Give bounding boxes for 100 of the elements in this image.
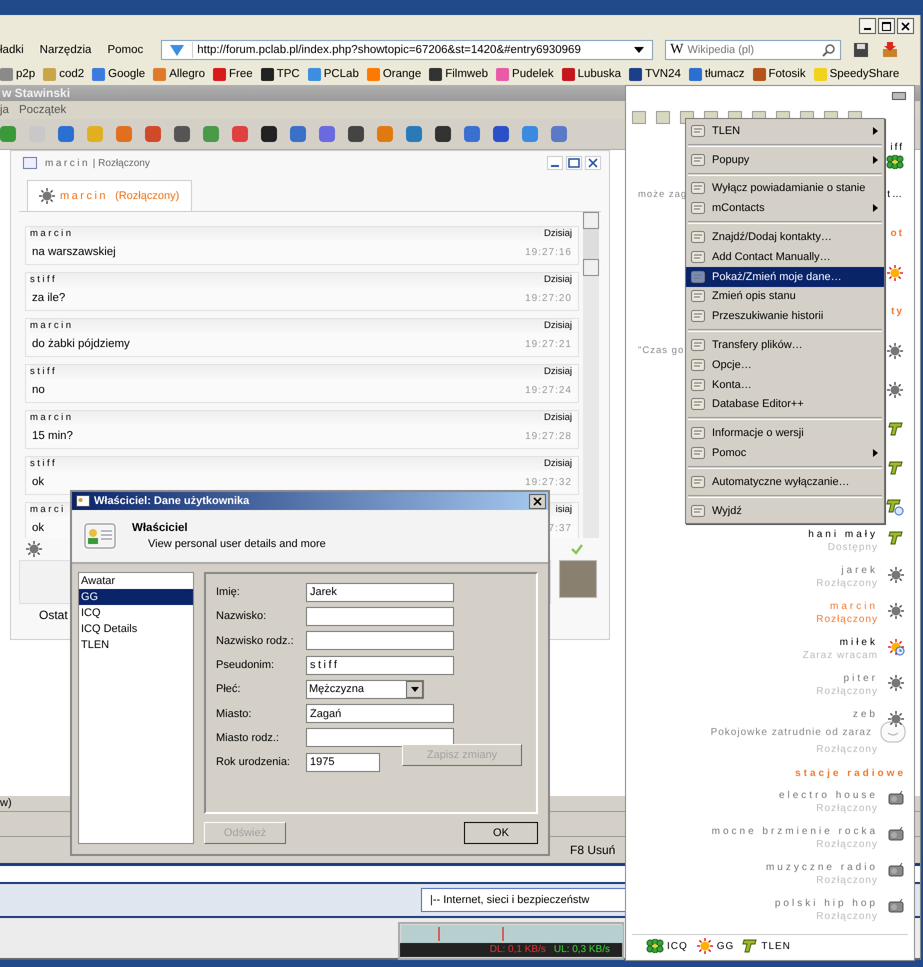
search-icon[interactable] bbox=[822, 43, 836, 57]
contact-name[interactable]: polski hip hop bbox=[774, 897, 878, 910]
search-engine-logo[interactable]: W bbox=[670, 42, 684, 58]
bookmark[interactable]: Orange bbox=[366, 68, 422, 80]
bookmark[interactable]: cod2 bbox=[43, 68, 84, 80]
contact-name[interactable]: hani mały bbox=[808, 528, 878, 541]
menu-item[interactable]: Informacje o wersji bbox=[686, 423, 884, 444]
bookmark[interactable]: PCLab bbox=[308, 68, 359, 80]
field-label: Miasto rodz.: bbox=[216, 732, 280, 744]
contact-name[interactable]: electro house bbox=[778, 789, 878, 802]
bookmark[interactable]: Filmweb bbox=[429, 68, 488, 80]
forum-select[interactable]: |-- Internet, sieci i bezpieczeństw bbox=[421, 888, 627, 912]
contact-status: Rozłączony bbox=[816, 838, 878, 852]
toolbar-app-icon[interactable] bbox=[493, 126, 509, 142]
maximize-button[interactable] bbox=[878, 18, 895, 34]
photo-placeholder bbox=[559, 560, 597, 598]
contact-name[interactable]: mocne brzmienie rocka bbox=[712, 825, 878, 838]
message-time: 19:27:32 bbox=[525, 476, 572, 488]
toolbar-app-icon[interactable] bbox=[435, 126, 451, 142]
minimize-button[interactable] bbox=[859, 18, 876, 34]
page-list-item[interactable]: Awatar bbox=[79, 573, 193, 589]
menu-item[interactable]: Pomoc bbox=[686, 443, 884, 463]
bookmark[interactable]: Fotosik bbox=[752, 68, 806, 80]
gender-dropdown[interactable]: Mężczyzna bbox=[306, 680, 424, 699]
menu-item[interactable]: Database Editor++ bbox=[686, 394, 884, 414]
minimize-icon[interactable] bbox=[547, 156, 563, 170]
bookmark[interactable]: TPC bbox=[260, 68, 300, 80]
input-field[interactable]: stiff bbox=[306, 656, 454, 675]
menu-item-icon bbox=[690, 376, 706, 393]
collapse-bar-icon[interactable] bbox=[892, 92, 906, 100]
protocol-status-button[interactable]: TLEN bbox=[742, 938, 791, 954]
bookmark[interactable]: tłumacz bbox=[688, 68, 744, 80]
menu-item[interactable]: ja bbox=[0, 104, 9, 116]
toolbar-app-icon[interactable] bbox=[174, 126, 190, 142]
window-icon bbox=[23, 157, 37, 169]
menu-item[interactable]: Pokaż/Zmień moje dane… bbox=[686, 266, 884, 287]
menu-item[interactable]: Pomoc bbox=[107, 44, 144, 56]
toolbar-app-icon[interactable] bbox=[348, 126, 364, 142]
input-field[interactable] bbox=[306, 728, 454, 748]
menu-item[interactable]: Add Contact Manually… bbox=[686, 246, 884, 267]
menu-item[interactable]: Popupy bbox=[686, 150, 884, 170]
shortcut-label[interactable]: F8 Usuń bbox=[570, 843, 616, 857]
page-list-item[interactable]: GG bbox=[79, 589, 193, 605]
menu-item[interactable]: Transfery plików… bbox=[686, 335, 884, 355]
scrollbar[interactable] bbox=[583, 212, 599, 538]
page-list-item[interactable]: ICQ bbox=[79, 605, 193, 621]
contact-name[interactable]: muzyczne radio bbox=[766, 861, 878, 874]
check-icon[interactable] bbox=[571, 543, 583, 555]
close-icon bbox=[901, 22, 910, 30]
contact-name[interactable]: piter bbox=[844, 672, 878, 685]
bookmark[interactable]: Google bbox=[92, 68, 146, 80]
contact-name: iff bbox=[890, 142, 904, 153]
contact-name[interactable]: miłek bbox=[840, 636, 878, 649]
bookmark[interactable]: SpeedyShare bbox=[814, 68, 900, 80]
close-button[interactable] bbox=[897, 18, 914, 34]
history-label[interactable]: Ostat bbox=[39, 608, 68, 622]
contact-name[interactable]: jarek bbox=[841, 564, 878, 577]
bookmark[interactable]: Allegro bbox=[153, 68, 206, 80]
close-button[interactable] bbox=[529, 494, 546, 508]
search-box[interactable]: W Wikipedia (pl) bbox=[665, 40, 842, 60]
page-list-item[interactable]: TLEN bbox=[79, 637, 193, 653]
submenu-arrow-icon bbox=[873, 449, 878, 458]
protocol-status-button[interactable]: ICQ bbox=[646, 939, 688, 953]
menu-item[interactable]: Początek bbox=[18, 104, 66, 116]
bookmark[interactable]: TVN24 bbox=[629, 68, 681, 80]
menu-item[interactable]: TLEN bbox=[686, 121, 884, 141]
input-field[interactable] bbox=[306, 606, 454, 626]
page-list-item[interactable]: ICQ Details bbox=[79, 621, 193, 637]
contact-status: Rozłączony bbox=[816, 802, 878, 816]
menu-item[interactable]: Konta… bbox=[686, 374, 884, 395]
input-field[interactable]: 1975 bbox=[306, 752, 380, 772]
menu-item-icon bbox=[690, 337, 706, 354]
field-label: Płeć: bbox=[216, 683, 242, 696]
bookmark[interactable]: Pudelek bbox=[496, 68, 554, 80]
download-box-icon[interactable] bbox=[881, 41, 900, 59]
toolbar-app-icon[interactable] bbox=[261, 126, 277, 142]
maximize-icon[interactable] bbox=[566, 156, 582, 170]
menu-item[interactable]: Wyjdź bbox=[686, 500, 884, 521]
menu-item[interactable]: Przeszukiwanie historii bbox=[686, 306, 884, 326]
bookmark[interactable]: p2p bbox=[0, 68, 36, 80]
ok-button[interactable]: OK bbox=[464, 822, 538, 844]
bookmark[interactable]: Lubuska bbox=[562, 68, 622, 80]
menu-item[interactable]: mContacts bbox=[686, 198, 884, 218]
input-field[interactable] bbox=[306, 631, 454, 650]
menu-item[interactable]: Automatyczne wyłączanie… bbox=[686, 472, 884, 492]
dialog-heading: Właściciel bbox=[132, 522, 189, 534]
close-icon[interactable] bbox=[585, 156, 601, 170]
menu-item[interactable]: Zmień opis stanu bbox=[686, 286, 884, 306]
menu-item[interactable]: Wyłącz powiadamianie o stanie bbox=[686, 178, 884, 198]
input-field[interactable]: Jarek bbox=[306, 582, 454, 602]
menu-item[interactable]: Znajdź/Dodaj kontakty… bbox=[686, 227, 884, 247]
contact-name[interactable]: zeb bbox=[852, 708, 878, 721]
upload-speed: UL: 0,3 KB/s bbox=[554, 943, 610, 957]
menu-item[interactable]: Narzędzia bbox=[40, 44, 92, 56]
bookmark[interactable]: Free bbox=[213, 68, 253, 80]
protocol-status-button[interactable]: GG bbox=[696, 937, 734, 955]
menu-item[interactable]: ładki bbox=[0, 44, 24, 56]
message-time: 19:27:24 bbox=[525, 384, 572, 396]
address-bar[interactable]: http://forum.pclab.pl/index.php?showtopic=67206&st=1420&#entry6930969 bbox=[161, 40, 654, 60]
menu-item[interactable]: Opcje… bbox=[686, 354, 884, 375]
